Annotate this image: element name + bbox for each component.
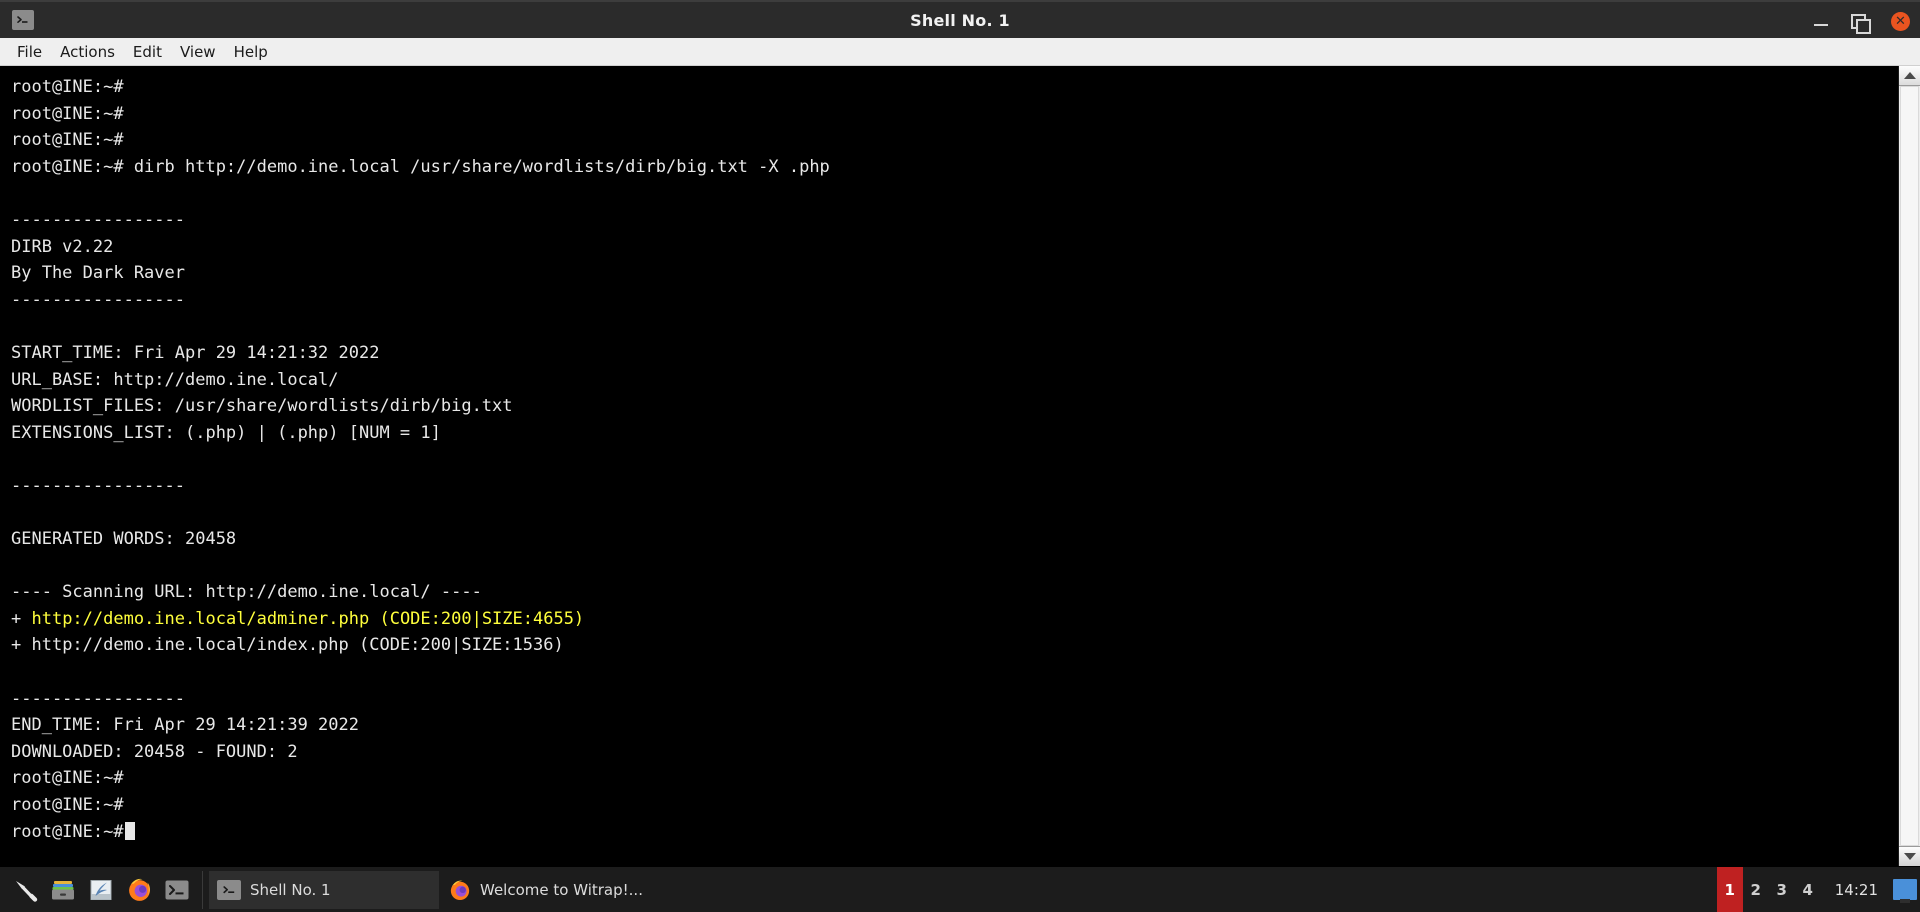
terminal-line-text: EXTENSIONS_LIST: (.php) | (.php) [NUM = …: [11, 423, 441, 443]
maximize-icon[interactable]: [1851, 11, 1871, 31]
terminal-line-prefix: +: [11, 609, 31, 629]
clock[interactable]: 14:21: [1821, 881, 1890, 899]
text-editor-icon[interactable]: [82, 870, 120, 910]
terminal-output[interactable]: root@INE:~# root@INE:~# root@INE:~# root@IN…: [0, 66, 1898, 866]
terminal-line: root@INE:~#: [11, 819, 1898, 846]
terminal-line: root@INE:~#: [11, 765, 1898, 792]
scrollbar-track[interactable]: [1899, 86, 1920, 846]
terminal-line-text: http://demo.ine.local/adminer.php (CODE:…: [31, 609, 584, 629]
window-titlebar[interactable]: Shell No. 1 ✕: [0, 0, 1920, 38]
terminal-line-text: root@INE:~#: [11, 795, 124, 815]
workspace-4[interactable]: 4: [1795, 867, 1821, 912]
terminal-line: [11, 500, 1898, 527]
terminal-cursor: [125, 822, 135, 840]
workspace-1[interactable]: 1: [1717, 867, 1743, 912]
taskbar-window-browser[interactable]: Welcome to Witrap!...: [441, 871, 671, 909]
terminal-line: -----------------: [11, 473, 1898, 500]
terminal-icon: [217, 880, 241, 900]
terminal-line-text: ---- Scanning URL: http://demo.ine.local…: [11, 582, 482, 602]
terminal-line-text: http://demo.ine.local/index.php (CODE:20…: [31, 635, 563, 655]
menu-edit[interactable]: Edit: [124, 40, 171, 64]
terminal-line-text: -----------------: [11, 290, 185, 310]
terminal-line: [11, 313, 1898, 340]
terminal-line: [11, 446, 1898, 473]
taskbar: Shell No. 1 Welcome to Witrap!... 1 2: [0, 866, 1920, 912]
taskbar-window-label: Shell No. 1: [250, 881, 331, 899]
taskbar-status-area: 1 2 3 4 14:21: [1717, 867, 1920, 912]
terminal-line: -----------------: [11, 287, 1898, 314]
taskbar-window-label: Welcome to Witrap!...: [480, 881, 643, 899]
firefox-icon: [449, 879, 471, 901]
terminal-line-text: root@INE:~#: [11, 77, 124, 97]
terminal-icon[interactable]: [158, 870, 196, 910]
scroll-up-icon[interactable]: [1899, 66, 1920, 86]
terminal-line-text: root@INE:~#: [11, 130, 124, 150]
terminal-line: -----------------: [11, 207, 1898, 234]
terminal-line: root@INE:~#: [11, 74, 1898, 101]
taskbar-launchers: [0, 870, 196, 910]
close-icon[interactable]: ✕: [1891, 12, 1910, 31]
taskbar-window-shell[interactable]: Shell No. 1: [209, 871, 439, 909]
menu-actions[interactable]: Actions: [51, 40, 124, 64]
terminal-line: EXTENSIONS_LIST: (.php) | (.php) [NUM = …: [11, 420, 1898, 447]
terminal-line: [11, 659, 1898, 686]
workspace-switcher: 1 2 3 4: [1717, 867, 1821, 912]
terminal-line: [11, 553, 1898, 580]
terminal-line: DOWNLOADED: 20458 - FOUND: 2: [11, 739, 1898, 766]
terminal-line-text: By The Dark Raver: [11, 263, 185, 283]
terminal-scrollbar[interactable]: [1898, 66, 1920, 866]
taskbar-divider: [202, 871, 203, 909]
terminal-line-text: root@INE:~#: [11, 768, 124, 788]
terminal-line: ---- Scanning URL: http://demo.ine.local…: [11, 579, 1898, 606]
terminal-line-text: START_TIME: Fri Apr 29 14:21:32 2022: [11, 343, 379, 363]
show-desktop-icon[interactable]: [1890, 867, 1920, 912]
taskbar-window-list: Shell No. 1 Welcome to Witrap!...: [209, 871, 1717, 909]
terminal-line-text: GENERATED WORDS: 20458: [11, 529, 236, 549]
window-title: Shell No. 1: [0, 11, 1920, 30]
terminal-line: -----------------: [11, 686, 1898, 713]
terminal-line: URL_BASE: http://demo.ine.local/: [11, 367, 1898, 394]
minimize-icon[interactable]: [1811, 11, 1831, 31]
terminal-line: DIRB v2.22: [11, 234, 1898, 261]
terminal-line: END_TIME: Fri Apr 29 14:21:39 2022: [11, 712, 1898, 739]
desktop-root: Shell No. 1 ✕ File Actions Edit View Hel…: [0, 0, 1920, 912]
terminal-line: WORDLIST_FILES: /usr/share/wordlists/dir…: [11, 393, 1898, 420]
terminal-line-text: -----------------: [11, 689, 185, 709]
terminal-line: root@INE:~#: [11, 127, 1898, 154]
terminal-line-text: -----------------: [11, 476, 185, 496]
terminal-line-text: WORDLIST_FILES: /usr/share/wordlists/dir…: [11, 396, 513, 416]
menu-file[interactable]: File: [8, 40, 51, 64]
terminal-line: [11, 180, 1898, 207]
menu-help[interactable]: Help: [225, 40, 277, 64]
terminal-line: + http://demo.ine.local/index.php (CODE:…: [11, 632, 1898, 659]
kali-menu-icon[interactable]: [6, 870, 44, 910]
terminal-line-text: DIRB v2.22: [11, 237, 113, 257]
terminal-line-text: URL_BASE: http://demo.ine.local/: [11, 370, 339, 390]
window-controls: ✕: [1811, 2, 1910, 40]
file-manager-icon[interactable]: [44, 870, 82, 910]
terminal-line-text: END_TIME: Fri Apr 29 14:21:39 2022: [11, 715, 359, 735]
terminal-line-prefix: +: [11, 635, 31, 655]
scroll-down-icon[interactable]: [1899, 846, 1920, 866]
terminal-line-text: root@INE:~#: [11, 822, 124, 842]
terminal-line-text: DOWNLOADED: 20458 - FOUND: 2: [11, 742, 298, 762]
workspace-3[interactable]: 3: [1769, 867, 1795, 912]
firefox-icon[interactable]: [120, 870, 158, 910]
terminal-line: root@INE:~#: [11, 792, 1898, 819]
workspace-2[interactable]: 2: [1743, 867, 1769, 912]
menu-view[interactable]: View: [171, 40, 225, 64]
terminal-line: root@INE:~#: [11, 101, 1898, 128]
terminal-icon: [12, 10, 34, 30]
menubar: File Actions Edit View Help: [0, 38, 1920, 66]
terminal-line: START_TIME: Fri Apr 29 14:21:32 2022: [11, 340, 1898, 367]
terminal-line-text: root@INE:~#: [11, 104, 124, 124]
terminal-line-text: -----------------: [11, 210, 185, 230]
scrollbar-thumb[interactable]: [1900, 86, 1919, 846]
terminal-line: GENERATED WORDS: 20458: [11, 526, 1898, 553]
terminal-line: + http://demo.ine.local/adminer.php (COD…: [11, 606, 1898, 633]
terminal-line: root@INE:~# dirb http://demo.ine.local /…: [11, 154, 1898, 181]
terminal-line-text: root@INE:~# dirb http://demo.ine.local /…: [11, 157, 830, 177]
terminal-line: By The Dark Raver: [11, 260, 1898, 287]
terminal-area: root@INE:~# root@INE:~# root@INE:~# root@IN…: [0, 66, 1920, 866]
